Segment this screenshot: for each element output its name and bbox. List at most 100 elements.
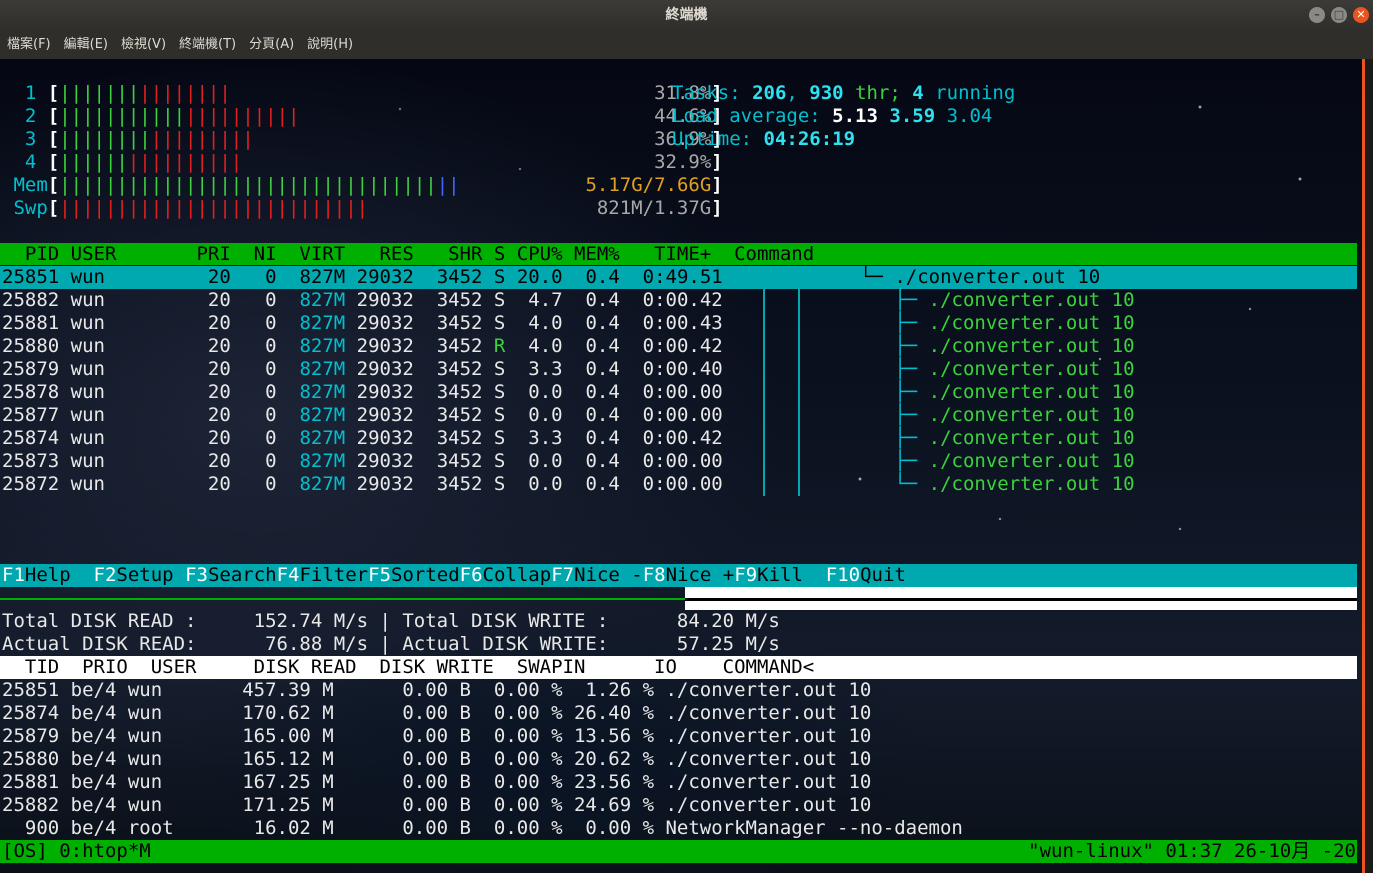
process-row[interactable]: 25874 wun 20 0 827M 29032 3452 S 3.3 0.4… <box>2 427 1135 450</box>
fkey-label-f10[interactable]: Quit <box>860 564 906 586</box>
fkey-label-f5[interactable]: Sorted <box>391 564 460 586</box>
process-tree-branch: ├─ <box>894 358 929 380</box>
process-row[interactable]: 25877 wun 20 0 827M 29032 3452 S 0.0 0.4… <box>2 404 1135 427</box>
fkey-f4[interactable]: F4 <box>277 564 300 586</box>
fkey-f3[interactable]: F3 <box>185 564 208 586</box>
process-shr: 3452 <box>425 473 494 495</box>
process-cpu: 0.0 <box>516 473 575 495</box>
process-command: ./converter.out 10 <box>928 473 1135 495</box>
process-row[interactable]: 25880 wun 20 0 827M 29032 3452 R 4.0 0.4… <box>2 335 1135 358</box>
iotop-row[interactable]: 25880 be/4 wun 165.12 M 0.00 B 0.00 % 20… <box>2 748 871 771</box>
process-s: S <box>493 427 517 449</box>
process-cpu: 4.0 <box>516 312 575 334</box>
iotop-row[interactable]: 900 be/4 root 16.02 M 0.00 B 0.00 % 0.00… <box>2 817 963 840</box>
fkey-f1[interactable]: F1 <box>2 564 25 586</box>
process-header-text: PID USER PRI NI VIRT RES SHR S CPU% MEM%… <box>2 243 815 265</box>
process-time: 0:00.40 <box>631 358 746 380</box>
fkey-f7[interactable]: F7 <box>551 564 574 586</box>
fkey-label-f4[interactable]: Filter <box>299 564 369 586</box>
fkey-label-f6[interactable]: Collap <box>482 564 552 586</box>
close-icon[interactable]: ✕ <box>1353 7 1369 23</box>
menu-file[interactable]: 檔案(F) <box>1 30 57 59</box>
null <box>254 128 654 150</box>
process-time: 0:49.51 <box>631 266 746 288</box>
process-row[interactable]: 25881 wun 20 0 827M 29032 3452 S 4.0 0.4… <box>2 312 1135 335</box>
terminal-screen[interactable]: 1 [||||||||||||||| 31.8%] 2 [|||||||||||… <box>0 59 1362 873</box>
process-user: wun <box>70 381 186 403</box>
process-pri: 20 <box>185 266 243 288</box>
process-shr: 3452 <box>425 404 494 426</box>
iotop-row[interactable]: 25874 be/4 wun 170.62 M 0.00 B 0.00 % 26… <box>2 702 871 725</box>
iotop-row[interactable]: 25851 be/4 wun 457.39 M 0.00 B 0.00 % 1.… <box>2 679 871 702</box>
process-res: 29032 <box>356 335 426 357</box>
menu-view[interactable]: 檢視(V) <box>115 30 172 59</box>
iotop-header: TID PRIO USER DISK READ DISK WRITE SWAPI… <box>2 656 815 678</box>
process-command: ./converter.out 10 <box>928 381 1135 403</box>
iotop-row[interactable]: 25879 be/4 wun 165.00 M 0.00 B 0.00 % 13… <box>2 725 871 748</box>
maximize-icon[interactable]: □ <box>1331 7 1347 23</box>
meter-bracket: [ <box>47 151 60 173</box>
fkey-label-f7[interactable]: Nice - <box>574 564 643 586</box>
fkey-f2[interactable]: F2 <box>94 564 117 586</box>
menu-terminal[interactable]: 終端機(T) <box>173 30 242 59</box>
fkey-f9[interactable]: F9 <box>734 564 757 586</box>
process-row[interactable]: 25872 wun 20 0 827M 29032 3452 S 0.0 0.4… <box>2 473 1135 496</box>
meter-bracket: [ <box>47 174 60 196</box>
fkey-f8[interactable]: F8 <box>643 564 666 586</box>
iotop-row[interactable]: 25881 be/4 wun 167.25 M 0.00 B 0.00 % 23… <box>2 771 871 794</box>
scrollbar-thumb[interactable] <box>1362 59 1365 873</box>
process-ni: 0 <box>242 473 288 495</box>
fkey-f5[interactable]: F5 <box>368 564 391 586</box>
fkey-f6[interactable]: F6 <box>460 564 483 586</box>
process-command: ./converter.out 10 <box>928 358 1135 380</box>
null <box>746 473 895 495</box>
process-time: 0:00.00 <box>631 450 746 472</box>
fkey-label-f2[interactable]: Setup <box>116 564 186 586</box>
process-pri: 20 <box>185 335 243 357</box>
null <box>746 427 895 449</box>
process-pri: 20 <box>185 381 243 403</box>
process-pri: 20 <box>185 427 243 449</box>
meter-bar-user: ||||||| <box>59 82 140 104</box>
meter-bar-user: |||||| <box>59 151 128 173</box>
process-row[interactable]: 25882 wun 20 0 827M 29032 3452 S 4.7 0.4… <box>2 289 1135 312</box>
process-pid: 25881 <box>2 312 71 334</box>
meter-bar-kernel: ||||||||| <box>150 128 254 150</box>
process-time: 0:00.00 <box>631 381 746 403</box>
process-virt: 827M <box>288 266 357 288</box>
meter-bar-buffers: || <box>436 174 460 196</box>
menu-edit[interactable]: 編輯(E) <box>58 30 114 59</box>
process-row[interactable]: 25851 wun 20 0 827M 29032 3452 S 20.0 0.… <box>2 266 1100 289</box>
function-keys: F1Help F2Setup F3SearchF4FilterF5SortedF… <box>2 564 906 587</box>
fkey-label-f9[interactable]: Kill <box>757 564 826 586</box>
meter-bar-kernel: |||||||| <box>139 82 231 104</box>
process-cpu: 3.3 <box>516 358 575 380</box>
meter-bar-used: ||||||||||||||||||||||||||||||||| <box>59 174 437 196</box>
process-shr: 3452 <box>425 358 494 380</box>
fkey-label-f3[interactable]: Search <box>207 564 277 586</box>
process-shr: 3452 <box>425 450 494 472</box>
tmux-window-list[interactable]: [OS] 0:htop*M <box>2 840 151 863</box>
menu-tabs[interactable]: 分頁(A) <box>243 30 300 59</box>
process-cpu: 4.0 <box>516 335 575 357</box>
title-bar[interactable]: 終端機 – □ ✕ <box>0 0 1373 30</box>
cpu-meter-4: 4 [|||||||||||||||| 32.9%] <box>2 151 723 174</box>
cpu-meter-3: 3 [||||||||||||||||| 36.9%] <box>2 128 723 151</box>
menu-help[interactable]: 說明(H) <box>301 30 359 59</box>
meter-bracket: [ <box>47 82 60 104</box>
fkey-label-f1[interactable]: Help <box>24 564 94 586</box>
fkey-f10[interactable]: F10 <box>826 564 860 586</box>
null <box>746 404 895 426</box>
mem-meter-value: 5.17G/7.66G <box>585 174 712 196</box>
process-time: 0:00.43 <box>631 312 746 334</box>
process-command: ./converter.out 10 <box>928 427 1135 449</box>
process-ni: 0 <box>242 427 288 449</box>
process-row[interactable]: 25879 wun 20 0 827M 29032 3452 S 3.3 0.4… <box>2 358 1135 381</box>
process-tree-branch: ├─ <box>894 335 929 357</box>
process-row[interactable]: 25873 wun 20 0 827M 29032 3452 S 0.0 0.4… <box>2 450 1135 473</box>
process-row[interactable]: 25878 wun 20 0 827M 29032 3452 S 0.0 0.4… <box>2 381 1135 404</box>
minimize-icon[interactable]: – <box>1309 7 1325 23</box>
null <box>746 358 895 380</box>
iotop-row[interactable]: 25882 be/4 wun 171.25 M 0.00 B 0.00 % 24… <box>2 794 871 817</box>
fkey-label-f8[interactable]: Nice + <box>665 564 735 586</box>
